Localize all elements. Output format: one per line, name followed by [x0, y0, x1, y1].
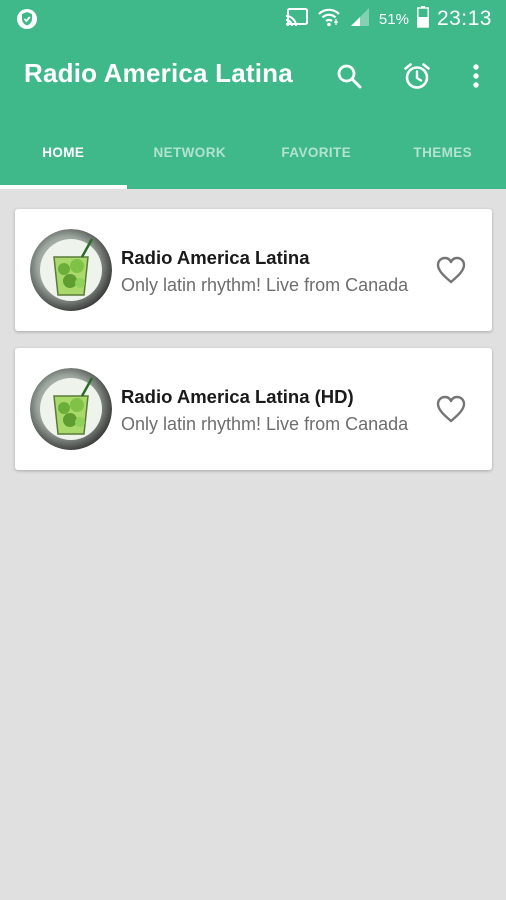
tab-bar: HOME NETWORK FAVORITE THEMES	[0, 116, 506, 189]
station-card[interactable]: Radio America Latina Only latin rhythm! …	[15, 209, 492, 331]
wifi-icon	[317, 6, 341, 33]
search-icon[interactable]	[331, 58, 367, 94]
app-title: Radio America Latina	[24, 58, 293, 88]
station-name: Radio America Latina	[121, 247, 310, 268]
station-description: Only latin rhythm! Live from Canada	[121, 414, 409, 434]
station-card[interactable]: Radio America Latina (HD) Only latin rhy…	[15, 348, 492, 470]
tab-home[interactable]: HOME	[0, 116, 127, 189]
shield-icon	[16, 8, 38, 30]
status-bar: 51% 23:13	[0, 0, 506, 38]
favorite-heart-icon[interactable]	[433, 392, 469, 426]
tab-favorite[interactable]: FAVORITE	[253, 116, 380, 189]
cast-icon	[285, 7, 309, 32]
station-logo	[30, 368, 112, 450]
battery-percentage: 51%	[378, 10, 409, 28]
station-description: Only latin rhythm! Live from Canada	[121, 275, 409, 295]
alarm-icon[interactable]	[399, 58, 435, 94]
tab-themes[interactable]: THEMES	[380, 116, 506, 189]
station-logo	[30, 229, 112, 311]
signal-icon	[349, 6, 371, 33]
battery-icon	[417, 5, 429, 33]
toolbar: Radio America Latina	[0, 38, 506, 116]
favorite-heart-icon[interactable]	[433, 253, 469, 287]
app-bar: 51% 23:13 Radio America Latina HOME NETW…	[0, 0, 506, 189]
tab-indicator	[0, 185, 127, 189]
more-vert-icon[interactable]	[458, 58, 494, 94]
status-time: 23:13	[436, 7, 492, 30]
station-name: Radio America Latina (HD)	[121, 386, 354, 407]
tab-network[interactable]: NETWORK	[127, 116, 254, 189]
